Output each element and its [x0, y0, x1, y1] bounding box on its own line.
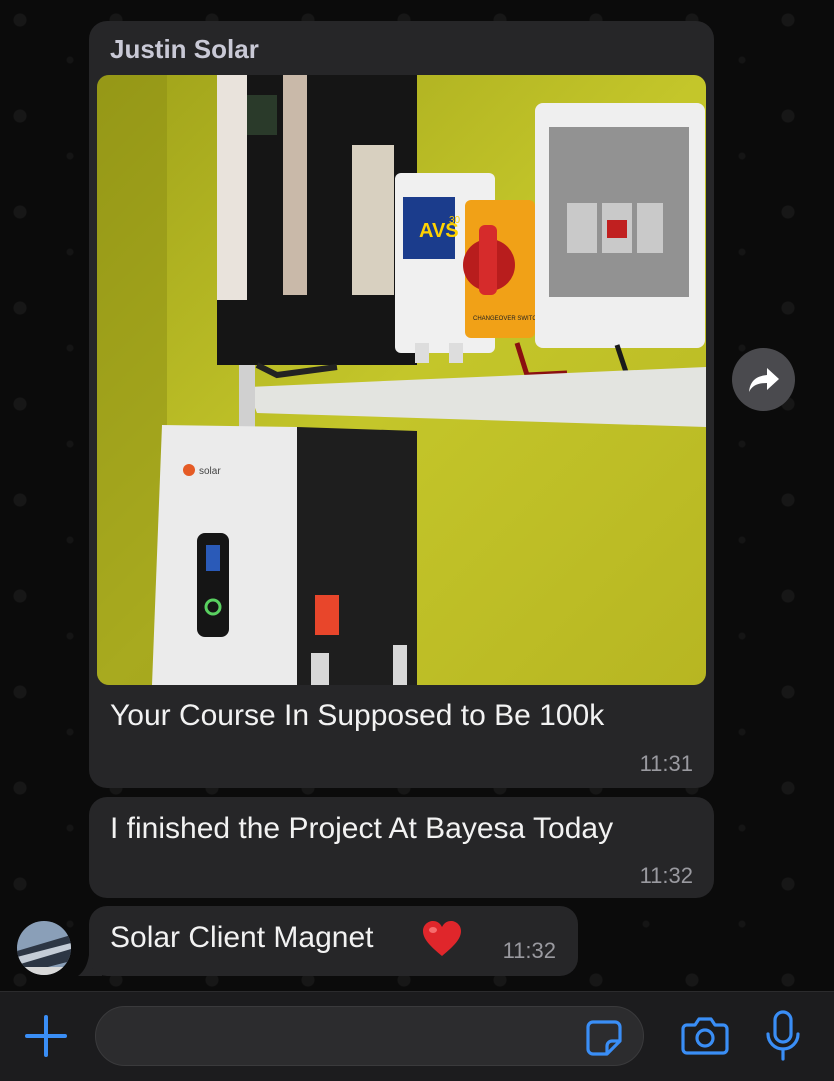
composer-bar	[0, 991, 834, 1081]
avatar[interactable]	[17, 921, 71, 975]
photo-image: AVS 30 CHANGEOVER SWITCH solar	[97, 75, 706, 685]
message-bubble-last[interactable]: Solar Client Magnet 11:32	[89, 906, 578, 976]
plus-icon[interactable]	[24, 1014, 68, 1058]
message-text[interactable]: Solar Client Magnet	[110, 921, 373, 955]
message-bubble[interactable]: I finished the Project At Bayesa Today 1…	[89, 797, 714, 898]
message-photo[interactable]: AVS 30 CHANGEOVER SWITCH solar	[97, 75, 706, 685]
photo-switch-label: CHANGEOVER SWITCH	[473, 316, 541, 322]
photo-avs-sup: 30	[449, 215, 461, 226]
forward-button[interactable]	[732, 348, 795, 411]
heart-emoji	[423, 921, 461, 956]
camera-icon[interactable]	[681, 1015, 729, 1055]
sticker-icon[interactable]	[585, 1019, 623, 1057]
message-time: 11:32	[639, 863, 693, 888]
message-time: 11:31	[639, 751, 693, 776]
message-input[interactable]	[95, 1006, 644, 1066]
message-time: 11:32	[502, 938, 556, 963]
message-text[interactable]: Your Course In Supposed to Be 100k	[110, 699, 604, 733]
avatar-image	[17, 921, 71, 975]
sender-name[interactable]: Justin Solar	[110, 34, 259, 65]
message-bubble-photo[interactable]: Justin Solar AVS 30 CHANGEOVER SWITCH so…	[89, 21, 714, 788]
chat-thread: Justin Solar AVS 30 CHANGEOVER SWITCH so…	[0, 0, 834, 1080]
mic-icon[interactable]	[765, 1010, 801, 1062]
photo-battery-brand: solar	[199, 466, 221, 477]
forward-icon	[748, 367, 779, 392]
message-text[interactable]: I finished the Project At Bayesa Today	[110, 812, 613, 846]
